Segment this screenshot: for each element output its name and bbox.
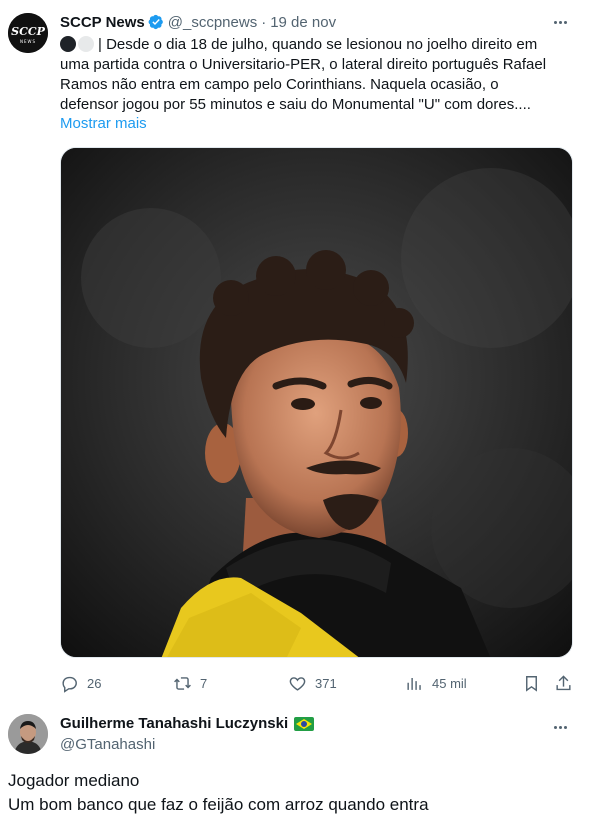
tweet-text: | Desde o dia 18 de julho, quando se les… [60, 35, 560, 115]
ellipsis-dot [558, 725, 562, 729]
brazil-flag-icon [294, 716, 315, 731]
tweet-date[interactable]: 19 de nov [270, 14, 336, 31]
reply-icon [62, 676, 77, 693]
bookmark-icon [526, 675, 537, 692]
black-circle-icon [60, 36, 76, 52]
views-count: 45 mil [432, 675, 467, 691]
ellipsis-dot [558, 20, 562, 24]
retweet-icon [174, 676, 191, 690]
white-circle-icon [78, 36, 94, 52]
svg-text:SCCP: SCCP [11, 25, 45, 38]
reply-line-2: Um bom banco que faz o feijão com arroz … [8, 795, 429, 814]
retweet-count: 7 [200, 675, 208, 691]
emoji-circles [60, 36, 94, 52]
reply-button[interactable]: 26 [60, 672, 101, 694]
tweet-actions: 26 7 371 45 mil [60, 672, 573, 694]
ellipsis-icon [553, 725, 557, 729]
separator-dot: · [261, 13, 267, 31]
reply-author-name[interactable]: Guilherme Tanahashi Luczynski [60, 715, 288, 732]
reply-author-row: Guilherme Tanahashi Luczynski [60, 715, 315, 732]
tweet-header: SCCP News @_sccpnews · 19 de nov [60, 12, 336, 32]
reply-author-handle[interactable]: @GTanahashi [60, 736, 155, 753]
reply-more-options-button[interactable] [549, 717, 571, 737]
tweet-photo[interactable] [60, 147, 573, 658]
heart-icon [289, 676, 306, 691]
reply-avatar-image [8, 714, 48, 754]
ellipsis-icon [553, 20, 557, 24]
author-handle[interactable]: @_sccpnews [168, 14, 257, 31]
sccp-logo-icon: SCCP NEWS [8, 13, 48, 53]
reply-count: 26 [87, 675, 102, 691]
svg-text:NEWS: NEWS [20, 39, 36, 44]
tweet-body: | Desde o dia 18 de julho, quando se les… [60, 36, 547, 113]
share-icon [556, 674, 571, 690]
like-button[interactable]: 371 [288, 672, 337, 694]
player-photo-image [61, 148, 572, 657]
reply-author-avatar[interactable] [8, 714, 48, 754]
more-options-button[interactable] [549, 12, 571, 32]
ellipsis-dot [563, 725, 567, 729]
show-more-link[interactable]: Mostrar mais [60, 114, 147, 134]
reply-line-1: Jogador mediano [8, 771, 140, 790]
views-bar-chart-icon [407, 677, 421, 690]
author-name[interactable]: SCCP News [60, 14, 145, 31]
retweet-button[interactable]: 7 [173, 672, 207, 694]
bookmark-button[interactable] [522, 672, 541, 694]
reply-text: Jogador mediano Um bom banco que faz o f… [8, 769, 429, 817]
author-avatar[interactable]: SCCP NEWS [8, 13, 48, 53]
verified-badge-icon [148, 14, 163, 30]
views-button[interactable]: 45 mil [405, 672, 467, 694]
share-button[interactable] [554, 672, 573, 694]
ellipsis-dot [563, 20, 567, 24]
like-count: 371 [315, 675, 337, 691]
